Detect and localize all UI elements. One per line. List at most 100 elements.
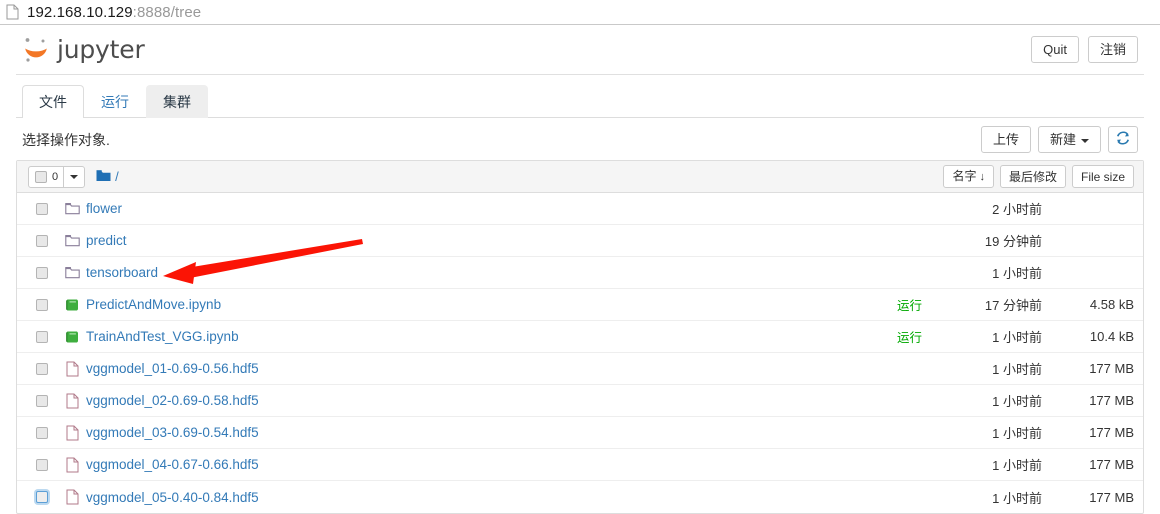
file-name-link[interactable]: predict [86,233,127,248]
file-name-link[interactable]: TrainAndTest_VGG.ipynb [86,329,239,344]
row-meta: 1 小时前 177 MB [856,488,1134,507]
file-size: 177 MB [1089,393,1134,408]
logout-button[interactable]: 注销 [1087,36,1138,63]
sort-name-label: 名字 [952,169,977,183]
notebook-icon [64,297,80,313]
jupyter-logo-text: jupyter [57,35,145,64]
tab-clusters[interactable]: 集群 [146,85,208,118]
row-meta: 19 分钟前 [856,231,1134,250]
modified-time: 1 小时前 [992,330,1042,345]
row-checkbox[interactable] [36,426,48,439]
selected-count: 0 [52,170,59,183]
table-row[interactable]: TrainAndTest_VGG.ipynb 运行 1 小时前 10.4 kB [17,321,1143,353]
file-icon [64,393,80,409]
file-name-link[interactable]: vggmodel_04-0.67-0.66.hdf5 [86,457,259,472]
upload-button[interactable]: 上传 [980,126,1031,153]
file-icon [64,425,80,441]
file-icon [64,457,80,473]
row-meta: 2 小时前 [856,199,1134,218]
quit-button[interactable]: Quit [1031,36,1079,63]
file-name-link[interactable]: vggmodel_01-0.69-0.56.hdf5 [86,361,259,376]
folder-icon [64,233,80,249]
select-all-group[interactable]: 0 [28,165,86,188]
refresh-button[interactable] [1108,126,1138,153]
file-name-link[interactable]: vggmodel_02-0.69-0.58.hdf5 [86,393,259,408]
select-all-cell[interactable]: 0 [29,166,65,187]
url-path: :8888/tree [132,3,202,21]
file-size: 177 MB [1089,489,1134,505]
file-list-panel: 0 / 名字 ↓ 最后修改 File size flower 2 小时前 predic… [16,160,1144,514]
tab-running[interactable]: 运行 [84,85,146,118]
toolbar-buttons: 上传 新建 [980,126,1138,153]
file-list-header: 0 / 名字 ↓ 最后修改 File size [17,161,1143,193]
modified-time: 17 分钟前 [984,298,1042,313]
file-name-link[interactable]: tensorboard [86,265,158,280]
row-checkbox[interactable] [36,202,48,215]
table-row[interactable]: tensorboard 1 小时前 [17,257,1143,289]
browser-url-bar[interactable]: 192.168.10.129:8888/tree [0,0,1160,25]
folder-icon [64,201,80,217]
table-row[interactable]: vggmodel_02-0.69-0.58.hdf5 1 小时前 177 MB [17,385,1143,417]
modified-time: 1 小时前 [992,394,1042,409]
row-meta: 1 小时前 177 MB [856,423,1134,442]
table-row[interactable]: vggmodel_01-0.69-0.56.hdf5 1 小时前 177 MB [17,353,1143,385]
file-size: 177 MB [1089,457,1134,472]
file-name-link[interactable]: flower [86,201,122,216]
breadcrumb[interactable]: / [96,169,119,185]
row-checkbox[interactable] [36,266,48,279]
file-size: 10.4 kB [1089,329,1134,344]
selection-dropdown-button[interactable] [64,167,84,187]
row-checkbox[interactable] [36,234,48,247]
modified-time: 1 小时前 [992,458,1042,473]
file-size: 177 MB [1089,425,1134,440]
row-checkbox[interactable] [36,298,48,311]
file-size: 4.58 kB [1089,297,1134,312]
row-meta: 1 小时前 177 MB [856,391,1134,410]
running-badge[interactable]: 运行 [856,295,930,314]
header-buttons: Quit 注销 [1031,36,1138,63]
modified-time: 19 分钟前 [984,234,1042,249]
select-items-note: 选择操作对象. [22,131,110,148]
table-row[interactable]: flower 2 小时前 [17,193,1143,225]
url-text: 192.168.10.129:8888/tree [27,4,201,21]
chevron-down-icon [70,174,79,179]
row-checkbox[interactable] [36,362,48,375]
row-meta: 1 小时前 177 MB [856,359,1134,378]
modified-time: 1 小时前 [992,362,1042,377]
select-all-checkbox[interactable] [35,170,47,183]
sort-by-name-button[interactable]: 名字 ↓ [943,165,994,188]
modified-time: 1 小时前 [992,266,1042,281]
folder-icon [64,265,80,281]
table-row[interactable]: predict 19 分钟前 [17,225,1143,257]
folder-icon [96,169,111,185]
modified-time: 1 小时前 [992,490,1042,506]
file-name-link[interactable]: vggmodel_05-0.40-0.84.hdf5 [86,490,259,505]
notebook-icon [64,329,80,345]
table-row[interactable]: vggmodel_04-0.67-0.66.hdf5 1 小时前 177 MB [17,449,1143,481]
tab-bar: 文件 运行 集群 [16,85,1144,118]
modified-time: 1 小时前 [992,426,1042,441]
sort-buttons: 名字 ↓ 最后修改 File size [943,165,1134,188]
new-button[interactable]: 新建 [1037,126,1101,153]
file-icon [64,489,80,505]
file-name-link[interactable]: PredictAndMove.ipynb [86,297,221,312]
row-checkbox[interactable] [36,458,48,471]
tab-files[interactable]: 文件 [22,85,84,118]
running-badge[interactable]: 运行 [856,327,930,346]
table-row[interactable]: vggmodel_05-0.40-0.84.hdf5 1 小时前 177 MB [17,481,1143,513]
table-row[interactable]: vggmodel_03-0.69-0.54.hdf5 1 小时前 177 MB [17,417,1143,449]
page-icon [6,4,19,20]
modified-time: 2 小时前 [992,202,1042,217]
row-checkbox[interactable] [36,394,48,407]
jupyter-logo[interactable]: jupyter [22,35,1031,65]
sort-by-modified-button[interactable]: 最后修改 [999,165,1066,188]
row-checkbox[interactable] [36,330,48,343]
jupyter-logo-icon [22,35,50,65]
file-name-link[interactable]: vggmodel_03-0.69-0.54.hdf5 [86,425,259,440]
table-row[interactable]: PredictAndMove.ipynb 运行 17 分钟前 4.58 kB [17,289,1143,321]
file-icon [64,361,80,377]
breadcrumb-path[interactable]: / [115,169,119,184]
row-checkbox[interactable] [36,491,48,503]
jupyter-header: jupyter Quit 注销 [16,25,1144,75]
sort-by-size-button[interactable]: File size [1071,165,1134,188]
